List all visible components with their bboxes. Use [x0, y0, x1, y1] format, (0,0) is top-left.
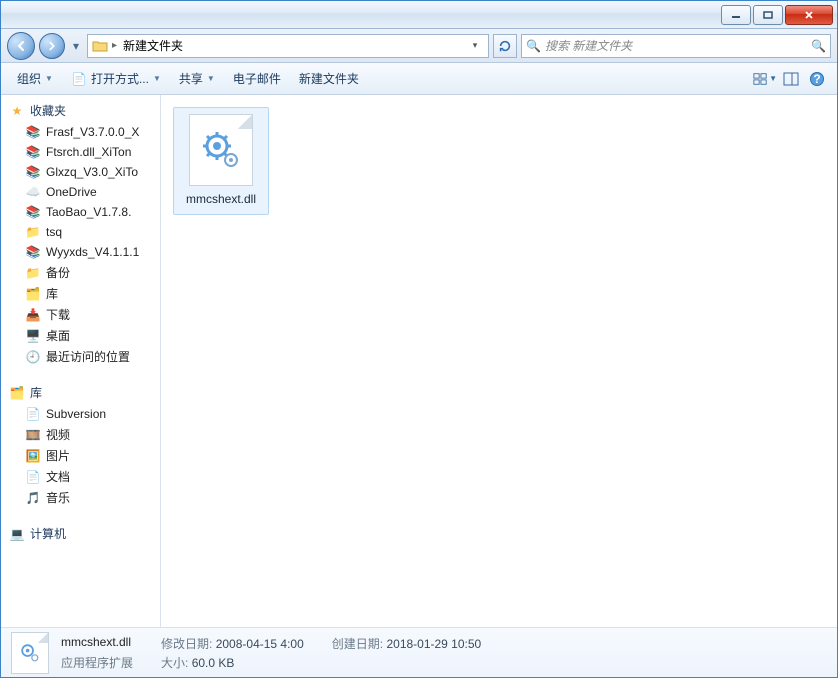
- address-bar[interactable]: ▸ 新建文件夹 ▾: [87, 34, 489, 58]
- desktop-icon: 🖥️: [25, 328, 41, 344]
- search-input[interactable]: 🔍 搜索 新建文件夹 🔍: [521, 34, 831, 58]
- archive-icon: 📚: [25, 204, 41, 220]
- sidebar-item[interactable]: 📁备份: [1, 262, 160, 283]
- help-button[interactable]: ?: [805, 67, 829, 91]
- nav-forward-button[interactable]: [39, 33, 65, 59]
- favorites-group: ★ 收藏夹 📚Frasf_V3.7.0.0_X 📚Ftsrch.dll_XiTo…: [1, 99, 160, 367]
- picture-icon: 🖼️: [25, 448, 41, 464]
- explorer-body: ★ 收藏夹 📚Frasf_V3.7.0.0_X 📚Ftsrch.dll_XiTo…: [1, 95, 837, 627]
- computer-header[interactable]: 💻 计算机: [1, 522, 160, 545]
- folder-icon: 📁: [25, 265, 41, 281]
- breadcrumb-segment[interactable]: 新建文件夹: [121, 37, 185, 54]
- preview-pane-button[interactable]: [779, 67, 803, 91]
- file-name-label: mmcshext.dll: [186, 192, 256, 206]
- maximize-button[interactable]: [753, 5, 783, 25]
- explorer-window: ▾ ▸ 新建文件夹 ▾ 🔍 搜索 新建文件夹 🔍 组织▼ 📄 打开方式...▼ …: [0, 0, 838, 678]
- sidebar-item[interactable]: 📁tsq: [1, 222, 160, 242]
- view-options-button[interactable]: ▼: [753, 67, 777, 91]
- sidebar-item[interactable]: 🎵音乐: [1, 487, 160, 508]
- open-with-button[interactable]: 📄 打开方式...▼: [63, 66, 169, 91]
- folder-icon: 📁: [25, 224, 41, 240]
- nav-history-dropdown[interactable]: ▾: [69, 33, 83, 59]
- sidebar-item[interactable]: 📚TaoBao_V1.7.8.: [1, 202, 160, 222]
- favorites-header[interactable]: ★ 收藏夹: [1, 99, 160, 122]
- archive-icon: 📚: [25, 164, 41, 180]
- modified-label: 修改日期:: [161, 637, 212, 651]
- libraries-icon: 🗂️: [9, 385, 25, 401]
- email-button[interactable]: 电子邮件: [225, 66, 289, 91]
- nav-back-button[interactable]: [7, 32, 35, 60]
- organize-button[interactable]: 组织▼: [9, 66, 61, 91]
- sidebar-item[interactable]: ☁️OneDrive: [1, 182, 160, 202]
- music-icon: 🎵: [25, 490, 41, 506]
- archive-icon: 📚: [25, 124, 41, 140]
- titlebar: [1, 1, 837, 29]
- search-go-icon: 🔍: [811, 39, 826, 53]
- command-toolbar: 组织▼ 📄 打开方式...▼ 共享▼ 电子邮件 新建文件夹 ▼ ?: [1, 63, 837, 95]
- video-icon: 🎞️: [25, 427, 41, 443]
- new-folder-button[interactable]: 新建文件夹: [291, 66, 367, 91]
- sidebar-item[interactable]: 🖼️图片: [1, 445, 160, 466]
- sidebar-item[interactable]: 📚Frasf_V3.7.0.0_X: [1, 122, 160, 142]
- minimize-button[interactable]: [721, 5, 751, 25]
- libraries-group: 🗂️ 库 📄Subversion 🎞️视频 🖼️图片 📄文档 🎵音乐: [1, 381, 160, 508]
- sidebar-item[interactable]: 📚Wyyxds_V4.1.1.1: [1, 242, 160, 262]
- sidebar-item[interactable]: 🗂️库: [1, 283, 160, 304]
- share-button[interactable]: 共享▼: [171, 66, 223, 91]
- doc-icon: 📄: [25, 469, 41, 485]
- svg-text:?: ?: [813, 72, 820, 86]
- file-item[interactable]: mmcshext.dll: [173, 107, 269, 215]
- download-icon: 📥: [25, 307, 41, 323]
- doc-icon: 📄: [25, 406, 41, 422]
- star-icon: ★: [9, 103, 25, 119]
- computer-group: 💻 计算机: [1, 522, 160, 545]
- size-value: 60.0 KB: [192, 656, 235, 670]
- modified-value: 2008-04-15 4:00: [216, 637, 304, 651]
- details-filetype: 应用程序扩展: [61, 654, 133, 671]
- close-button[interactable]: [785, 5, 833, 25]
- folder-icon: [92, 38, 108, 54]
- address-dropdown[interactable]: ▾: [466, 40, 484, 51]
- cloud-icon: ☁️: [25, 184, 41, 200]
- libraries-icon: 🗂️: [25, 286, 41, 302]
- size-label: 大小:: [161, 656, 188, 670]
- refresh-button[interactable]: [493, 34, 517, 58]
- sidebar-item[interactable]: 📄文档: [1, 466, 160, 487]
- recent-icon: 🕘: [25, 349, 41, 365]
- chevron-right-icon: ▸: [112, 40, 117, 51]
- sidebar-item[interactable]: 📄Subversion: [1, 404, 160, 424]
- computer-icon: 💻: [9, 526, 25, 542]
- details-filename: mmcshext.dll: [61, 635, 133, 652]
- details-pane: mmcshext.dll 修改日期: 2008-04-15 4:00 创建日期:…: [1, 627, 837, 677]
- sidebar-item[interactable]: 📚Ftsrch.dll_XiTon: [1, 142, 160, 162]
- sidebar-item[interactable]: 🎞️视频: [1, 424, 160, 445]
- search-icon: 🔍: [526, 39, 541, 53]
- sidebar-item[interactable]: 🖥️桌面: [1, 325, 160, 346]
- search-placeholder: 搜索 新建文件夹: [545, 37, 632, 54]
- file-thumbnail: [189, 114, 253, 186]
- gear-icon: [201, 130, 241, 170]
- archive-icon: 📚: [25, 244, 41, 260]
- sidebar-item[interactable]: 🕘最近访问的位置: [1, 346, 160, 367]
- window-controls: [721, 5, 833, 25]
- sidebar-item[interactable]: 📥下载: [1, 304, 160, 325]
- details-meta: mmcshext.dll 修改日期: 2008-04-15 4:00 创建日期:…: [61, 635, 509, 671]
- libraries-header[interactable]: 🗂️ 库: [1, 381, 160, 404]
- created-value: 2018-01-29 10:50: [386, 637, 481, 651]
- created-label: 创建日期:: [332, 637, 383, 651]
- details-thumbnail: [11, 632, 49, 674]
- navigation-bar: ▾ ▸ 新建文件夹 ▾ 🔍 搜索 新建文件夹 🔍: [1, 29, 837, 63]
- archive-icon: 📚: [25, 144, 41, 160]
- navigation-pane[interactable]: ★ 收藏夹 📚Frasf_V3.7.0.0_X 📚Ftsrch.dll_XiTo…: [1, 95, 161, 627]
- gear-icon: [18, 641, 42, 665]
- file-list-pane[interactable]: mmcshext.dll: [161, 95, 837, 627]
- sidebar-item[interactable]: 📚Glxzq_V3.0_XiTo: [1, 162, 160, 182]
- app-icon: 📄: [71, 71, 87, 87]
